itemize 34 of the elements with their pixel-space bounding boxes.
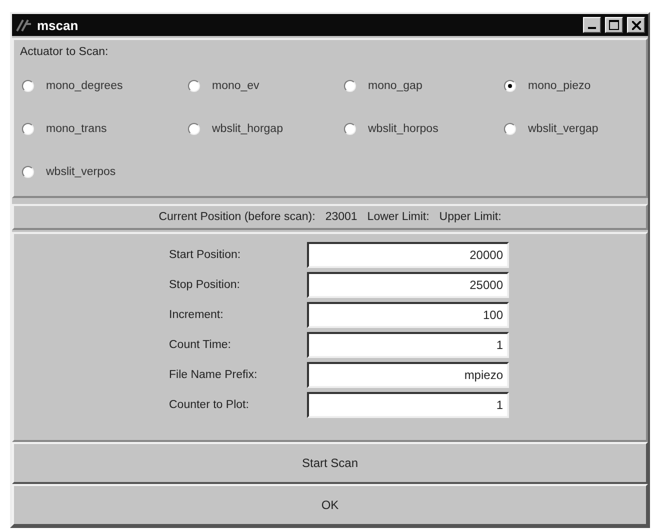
minimize-button[interactable] (583, 17, 601, 33)
field-label: Increment: (168, 309, 224, 321)
field-label: Stop Position: (168, 279, 241, 291)
radio-option[interactable]: mono_ev (188, 76, 344, 96)
radio-option[interactable]: mono_gap (344, 76, 504, 96)
input-field[interactable]: mpiezo (307, 362, 509, 388)
status-label: Lower Limit: (367, 211, 430, 223)
action-button[interactable]: OK (12, 484, 648, 526)
input-field[interactable]: 1 (307, 332, 509, 358)
radio-option[interactable]: wbslit_horgap (188, 119, 344, 139)
action-button[interactable]: Start Scan (12, 442, 648, 484)
section-label: Actuator to Scan: (19, 45, 110, 60)
radio-option[interactable]: wbslit_horpos (344, 119, 504, 139)
close-button[interactable] (627, 17, 645, 33)
status-label: Current Position (before scan): (158, 211, 316, 223)
input-field[interactable]: 1 (307, 392, 509, 418)
radio-option[interactable]: mono_piezo (504, 76, 638, 96)
field-label: File Name Prefix: (168, 369, 258, 381)
close-icon (632, 20, 640, 30)
radio-option[interactable]: wbslit_verpos (22, 162, 188, 182)
maximize-icon (609, 20, 619, 30)
status-value: 23001 (325, 211, 358, 223)
status-label: Upper Limit: (439, 211, 502, 223)
field-label: Count Time: (168, 339, 232, 351)
input-field[interactable]: 100 (307, 302, 509, 328)
input-field[interactable]: 20000 (307, 242, 509, 268)
field-label: Start Position: (168, 249, 242, 261)
field-label: Counter to Plot: (168, 399, 250, 411)
radio-option[interactable]: wbslit_vergap (504, 119, 638, 139)
input-field[interactable]: 25000 (307, 272, 509, 298)
window-title: mscan (37, 18, 80, 32)
maximize-button[interactable] (605, 17, 623, 33)
radio-option[interactable]: mono_degrees (22, 76, 188, 96)
radio-option[interactable]: mono_trans (22, 119, 188, 139)
